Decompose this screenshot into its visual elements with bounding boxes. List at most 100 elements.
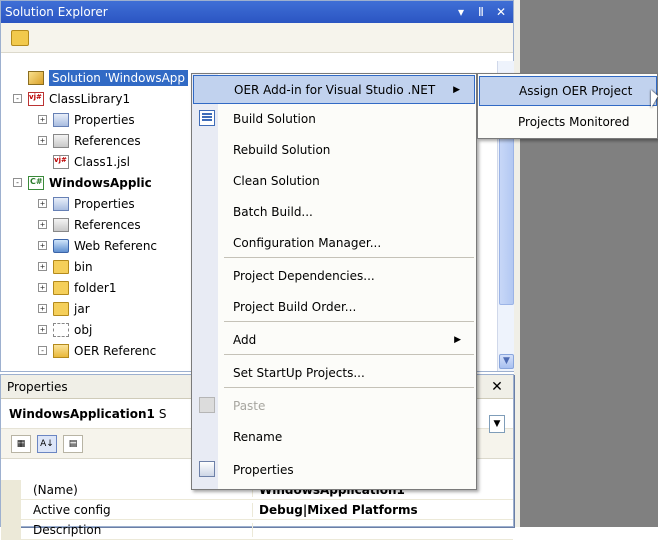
scrollbar-thumb[interactable]: [499, 135, 514, 305]
menu-item-clean-solution[interactable]: Clean Solution: [193, 166, 475, 195]
solution-icon: [28, 70, 44, 85]
properties-icon: [53, 196, 69, 211]
menu-item-project-build-order[interactable]: Project Build Order...: [193, 292, 475, 321]
show-all-files-icon[interactable]: [11, 29, 29, 46]
tree-item-label: obj: [74, 322, 93, 337]
menu-item-rebuild-solution[interactable]: Rebuild Solution: [193, 135, 475, 164]
property-category-margin: [1, 499, 21, 520]
menu-separator: [224, 387, 474, 388]
folder-icon: [53, 259, 69, 274]
menu-item-label: Rebuild Solution: [233, 142, 331, 157]
tree-item-label: WindowsApplic: [49, 175, 152, 190]
tree-item-label: Solution 'WindowsApp: [49, 69, 189, 86]
references-icon: [53, 133, 69, 148]
expand-icon[interactable]: +: [38, 325, 47, 334]
submenu-item-label: Projects Monitored: [518, 115, 630, 129]
menu-item-build-solution[interactable]: Build Solution: [193, 104, 475, 133]
tree-item-label: jar: [74, 301, 90, 316]
collapse-icon[interactable]: -: [38, 346, 47, 355]
tree-item-label: Properties: [74, 196, 135, 211]
menu-item-add[interactable]: Add ▶: [193, 325, 475, 354]
menu-separator: [224, 257, 474, 258]
tree-item-label: References: [74, 217, 141, 232]
property-pages-icon[interactable]: ▤: [63, 434, 83, 453]
tree-item-label: References: [74, 133, 141, 148]
tree-item-label: Web Referenc: [74, 238, 158, 253]
folder-icon: [53, 280, 69, 295]
expand-icon[interactable]: +: [38, 304, 47, 313]
expand-icon[interactable]: +: [38, 199, 47, 208]
property-category-margin: [1, 479, 21, 500]
menu-item-label: Batch Build...: [233, 204, 313, 219]
expand-icon[interactable]: +: [38, 136, 47, 145]
properties-close-icon[interactable]: ✕: [489, 379, 505, 395]
categorized-icon[interactable]: ▦: [11, 434, 31, 453]
menu-item-paste: Paste: [193, 391, 475, 420]
menu-item-label: Paste: [233, 398, 266, 413]
menu-item-label: Project Dependencies...: [233, 268, 375, 283]
submenu-item-projects-monitored[interactable]: Projects Monitored: [479, 107, 657, 137]
menu-item-rename[interactable]: Rename: [193, 422, 475, 451]
properties-icon: [53, 112, 69, 127]
vjsharp-project-icon: [28, 91, 44, 106]
build-solution-icon: [199, 110, 215, 126]
open-folder-icon: [53, 343, 69, 358]
auto-hide-pin-icon[interactable]: Ⅱ: [473, 5, 489, 19]
csharp-project-icon: [28, 175, 44, 190]
expand-icon[interactable]: +: [38, 220, 47, 229]
object-type: S: [158, 406, 167, 421]
menu-item-label: Add: [233, 332, 257, 347]
menu-item-properties[interactable]: Properties: [193, 455, 475, 484]
context-menu: OER Add-in for Visual Studio .NET ▶ Build …: [191, 73, 477, 490]
menu-separator: [224, 321, 474, 322]
window-position-dropdown-icon[interactable]: ▾: [453, 5, 469, 19]
tree-item-label: Class1.jsl: [74, 154, 130, 169]
property-name: Active config: [21, 502, 253, 517]
web-references-icon: [53, 238, 69, 253]
properties-icon: [199, 461, 215, 477]
tree-item-label: Properties: [74, 112, 135, 127]
tree-item-label: folder1: [74, 280, 117, 295]
menu-item-label: Clean Solution: [233, 173, 320, 188]
expand-icon[interactable]: +: [38, 283, 47, 292]
menu-item-configuration-manager[interactable]: Configuration Manager...: [193, 228, 475, 257]
submenu-arrow-icon: ▶: [453, 84, 460, 95]
solution-explorer-title: Solution Explorer: [5, 5, 108, 19]
expand-icon[interactable]: +: [38, 241, 47, 250]
property-value[interactable]: Debug|Mixed Platforms: [253, 503, 418, 517]
object-name: WindowsApplication1: [9, 406, 155, 421]
oer-submenu: Assign OER Project Projects Monitored: [477, 73, 658, 139]
collapse-icon[interactable]: -: [13, 178, 22, 187]
menu-item-label: Set StartUp Projects...: [233, 365, 365, 380]
close-icon[interactable]: ✕: [493, 5, 509, 19]
menu-item-batch-build[interactable]: Batch Build...: [193, 197, 475, 226]
property-category-margin: [1, 519, 21, 540]
property-name: Description: [21, 522, 253, 537]
property-row[interactable]: Active config Debug|Mixed Platforms: [1, 499, 513, 520]
references-icon: [53, 217, 69, 232]
expand-icon[interactable]: +: [38, 115, 47, 124]
tree-item-label: OER Referenc: [74, 343, 157, 358]
object-selector-dropdown-icon[interactable]: ▼: [489, 415, 505, 433]
scroll-down-arrow-icon[interactable]: ▼: [499, 354, 514, 369]
menu-item-label: Configuration Manager...: [233, 235, 382, 250]
vjsharp-file-icon: [53, 154, 69, 169]
mouse-cursor-icon: [651, 90, 658, 108]
submenu-item-label: Assign OER Project: [519, 84, 633, 98]
collapse-icon[interactable]: -: [13, 94, 22, 103]
expand-icon[interactable]: +: [38, 262, 47, 271]
menu-separator: [224, 354, 474, 355]
tree-item-label: ClassLibrary1: [49, 91, 131, 106]
menu-item-set-startup-projects[interactable]: Set StartUp Projects...: [193, 358, 475, 387]
tree-item-label: bin: [74, 259, 93, 274]
menu-item-project-dependencies[interactable]: Project Dependencies...: [193, 261, 475, 290]
empty-folder-icon: [53, 322, 69, 337]
menu-item-oer-add-in-for-visual-studio-net[interactable]: OER Add-in for Visual Studio .NET ▶: [193, 75, 475, 104]
menu-item-label: Build Solution: [233, 111, 316, 126]
property-row[interactable]: Description: [1, 519, 513, 540]
paste-icon: [199, 397, 215, 413]
folder-icon: [53, 301, 69, 316]
alphabetical-icon[interactable]: A↓: [37, 434, 57, 453]
submenu-item-assign-oer-project[interactable]: Assign OER Project: [479, 76, 657, 106]
menu-item-label: Project Build Order...: [233, 299, 357, 314]
